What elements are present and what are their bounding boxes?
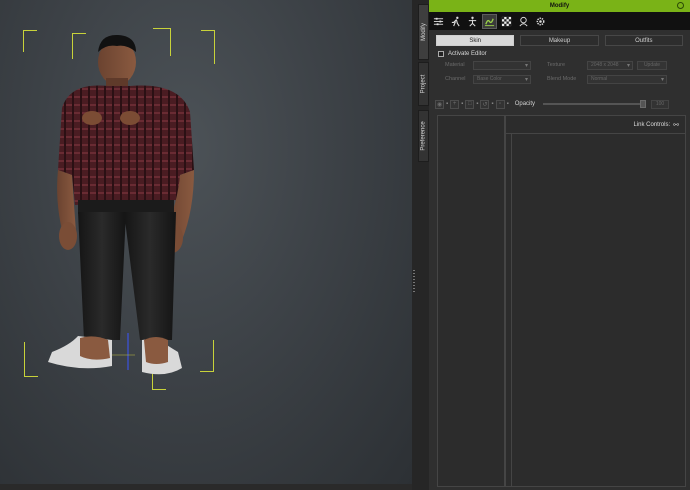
activate-editor-row: Activate Editor xyxy=(429,46,690,57)
channel-label: Channel xyxy=(445,76,466,82)
reset-icon[interactable]: ↺ xyxy=(480,99,490,109)
modify-panel: Modify Skin Makeup Outfits Activate Edit… xyxy=(429,0,690,490)
panel-title: Modify xyxy=(549,3,570,9)
tab-project[interactable]: Project xyxy=(418,62,429,106)
material-dropdown[interactable] xyxy=(473,60,531,70)
layer-toolbar: ◉ ▪ + ▪ □ ▪ ↺ ▪ ▫ ▪ Opacity 100 xyxy=(435,98,685,110)
update-button[interactable]: Update xyxy=(637,60,667,70)
tab-makeup[interactable]: Makeup xyxy=(520,35,599,46)
gear-icon[interactable] xyxy=(533,14,548,29)
eye-icon[interactable]: ◉ xyxy=(435,99,444,109)
tab-skin[interactable]: Skin xyxy=(436,35,515,46)
modify-subtabs: Skin Makeup Outfits xyxy=(429,30,690,46)
link-chain-icon[interactable]: ⚯ xyxy=(673,121,679,129)
tab-preference[interactable]: Preference xyxy=(418,110,429,162)
tab-modify[interactable]: Modify xyxy=(418,4,429,60)
opacity-slider[interactable] xyxy=(543,100,647,108)
activate-editor-label: Activate Editor xyxy=(448,51,487,57)
texture-size-dropdown[interactable]: 2048 x 2048 xyxy=(587,60,633,70)
blend-mode-label: Blend Mode xyxy=(547,76,577,82)
sliders-icon[interactable] xyxy=(431,14,446,29)
opacity-slider-knob[interactable] xyxy=(640,100,647,108)
material-label: Material xyxy=(445,62,465,68)
character-model[interactable] xyxy=(0,0,412,490)
3d-viewport[interactable] xyxy=(0,0,412,490)
blend-mode-dropdown[interactable]: Normal xyxy=(587,74,667,84)
modify-toolbar xyxy=(429,12,690,30)
properties-divider xyxy=(506,134,512,486)
texture-label: Texture xyxy=(547,62,566,68)
delete-layer-icon[interactable]: ▫ xyxy=(495,99,505,109)
tab-project-label: Project xyxy=(420,74,427,94)
checker-texture-icon[interactable] xyxy=(499,14,514,29)
opacity-label: Opacity xyxy=(514,101,536,107)
layer-square-icon[interactable]: □ xyxy=(465,99,475,109)
opacity-value-field[interactable]: 100 xyxy=(651,99,670,109)
tab-outfits[interactable]: Outfits xyxy=(604,35,683,46)
link-controls-label: Link Controls: xyxy=(633,121,671,128)
splitter-grip[interactable] xyxy=(413,270,415,294)
head-silhouette-icon[interactable] xyxy=(516,14,531,29)
panel-title-bar: Modify xyxy=(429,0,690,12)
layer-list[interactable] xyxy=(437,115,505,487)
link-controls-row: Link Controls: ⚯ xyxy=(506,116,685,134)
tab-modify-label: Modify xyxy=(420,23,427,41)
pose-figure-icon[interactable] xyxy=(465,14,480,29)
activate-editor-checkbox[interactable] xyxy=(438,51,444,57)
add-layer-icon[interactable]: + xyxy=(450,99,460,109)
tab-preference-label: Preference xyxy=(420,121,427,151)
viewport-scrollbar[interactable] xyxy=(0,484,412,490)
channel-dropdown[interactable]: Base Color xyxy=(473,74,531,84)
close-icon[interactable] xyxy=(677,2,684,9)
vertical-tab-bar: Modify Project Preference xyxy=(417,0,429,490)
channel-blend-row: Channel Base Color Blend Mode Normal xyxy=(429,73,690,85)
material-texture-row: Material Texture 2048 x 2048 Update xyxy=(429,59,690,71)
running-figure-icon[interactable] xyxy=(448,14,463,29)
layer-properties-area: Link Controls: ⚯ xyxy=(505,115,686,487)
skin-layer-icon[interactable] xyxy=(482,13,497,29)
